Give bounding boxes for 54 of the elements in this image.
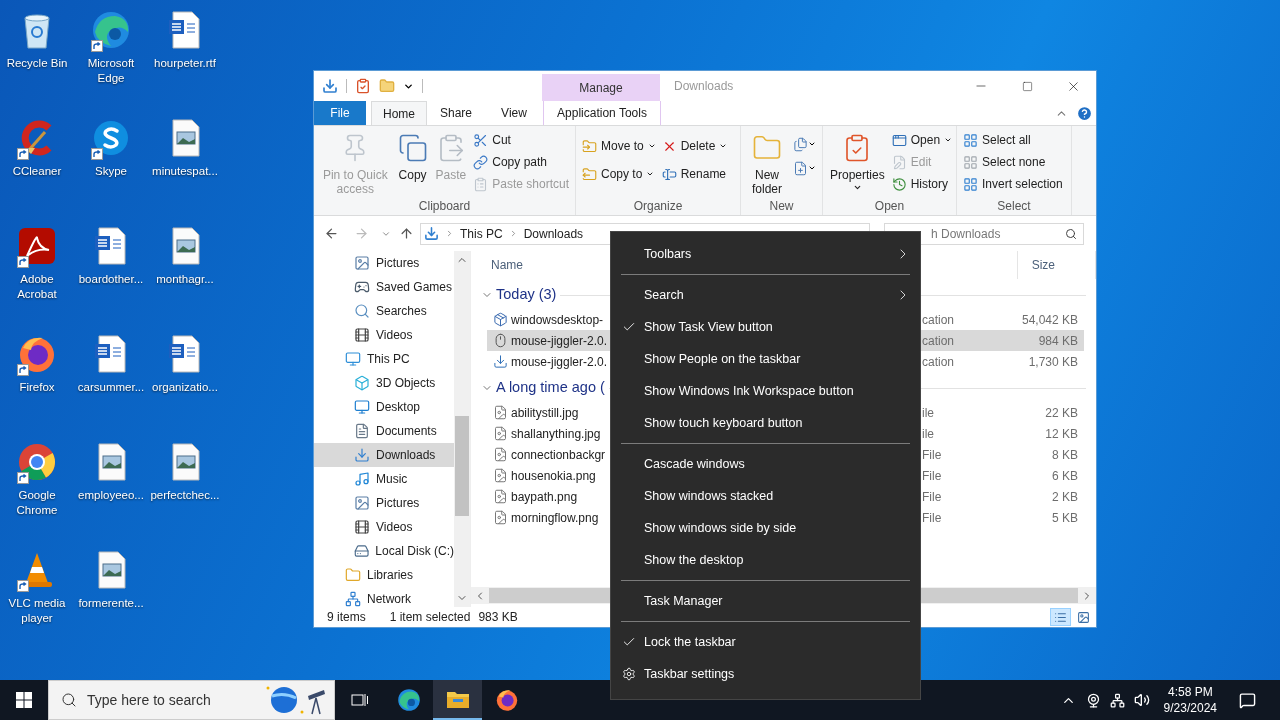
file-type: File [922, 467, 943, 485]
file-size: 8 KB [1051, 446, 1079, 464]
file-name: housenokia.png [487, 466, 611, 485]
icon-label: boardother... [77, 272, 145, 287]
group-label: New [768, 198, 795, 215]
file-size: 6 KB [1051, 467, 1079, 485]
file-name: connectionbackgr [487, 445, 611, 464]
file-name: mouse-jiggler-2.0. [487, 352, 611, 371]
file-size: 22 KB [1044, 404, 1079, 422]
icon-label: carsummer... [76, 380, 146, 395]
icon-label: Skype [94, 164, 128, 179]
icon-label: hourpeter.rtf [153, 56, 217, 71]
item-count: 9 items [326, 609, 366, 626]
icon-label: Microsoft Edge [86, 56, 136, 86]
icon-label: Google Chrome [15, 488, 59, 518]
icon-label: perfectchec... [149, 488, 221, 503]
icon-label: Recycle Bin [5, 56, 69, 71]
group-label: Open [873, 198, 906, 215]
file-size: 984 KB [1037, 332, 1079, 350]
file-name: mouse-jiggler-2.0. [487, 331, 611, 350]
group-label: Select [996, 198, 1032, 215]
file-type: cation [922, 353, 956, 371]
window-title: Downloads [673, 78, 734, 95]
file-size: 12 KB [1044, 425, 1079, 443]
icon-label: organizatio... [151, 380, 219, 395]
group-label: Organize [632, 198, 684, 215]
file-type: File [922, 509, 943, 527]
icon-label: CCleaner [11, 164, 63, 179]
file-name: baypath.png [487, 487, 611, 506]
icon-label: employeeo... [77, 488, 145, 503]
icon-label: Firefox [18, 380, 56, 395]
icon-label: VLC media player [7, 596, 67, 626]
selection-size: 983 KB [478, 609, 518, 626]
file-size: 1,730 KB [1027, 353, 1079, 371]
file-type: File [922, 488, 943, 506]
contextual-tab-group: Manage [542, 74, 660, 101]
file-size: 2 KB [1051, 488, 1079, 506]
file-type: ile [922, 404, 935, 422]
file-size: 5 KB [1051, 509, 1079, 527]
selection-status: 1 item selected [389, 609, 471, 626]
file-type: ile [922, 425, 935, 443]
icon-label: Adobe Acrobat [16, 272, 58, 302]
file-name: shallanything.jpg [487, 424, 611, 443]
file-name: morningflow.png [487, 508, 611, 527]
file-type: File [922, 446, 943, 464]
file-name: abilitystill.jpg [487, 403, 611, 422]
group-label: Clipboard [417, 198, 472, 215]
icon-label: monthagr... [155, 272, 215, 287]
file-type: cation [922, 332, 956, 350]
icon-label: formerente... [77, 596, 145, 611]
file-type: cation [922, 311, 956, 329]
file-size: 54,042 KB [1020, 311, 1079, 329]
icon-label: minutespat... [151, 164, 219, 179]
file-name: windowsdesktop- [487, 310, 611, 329]
